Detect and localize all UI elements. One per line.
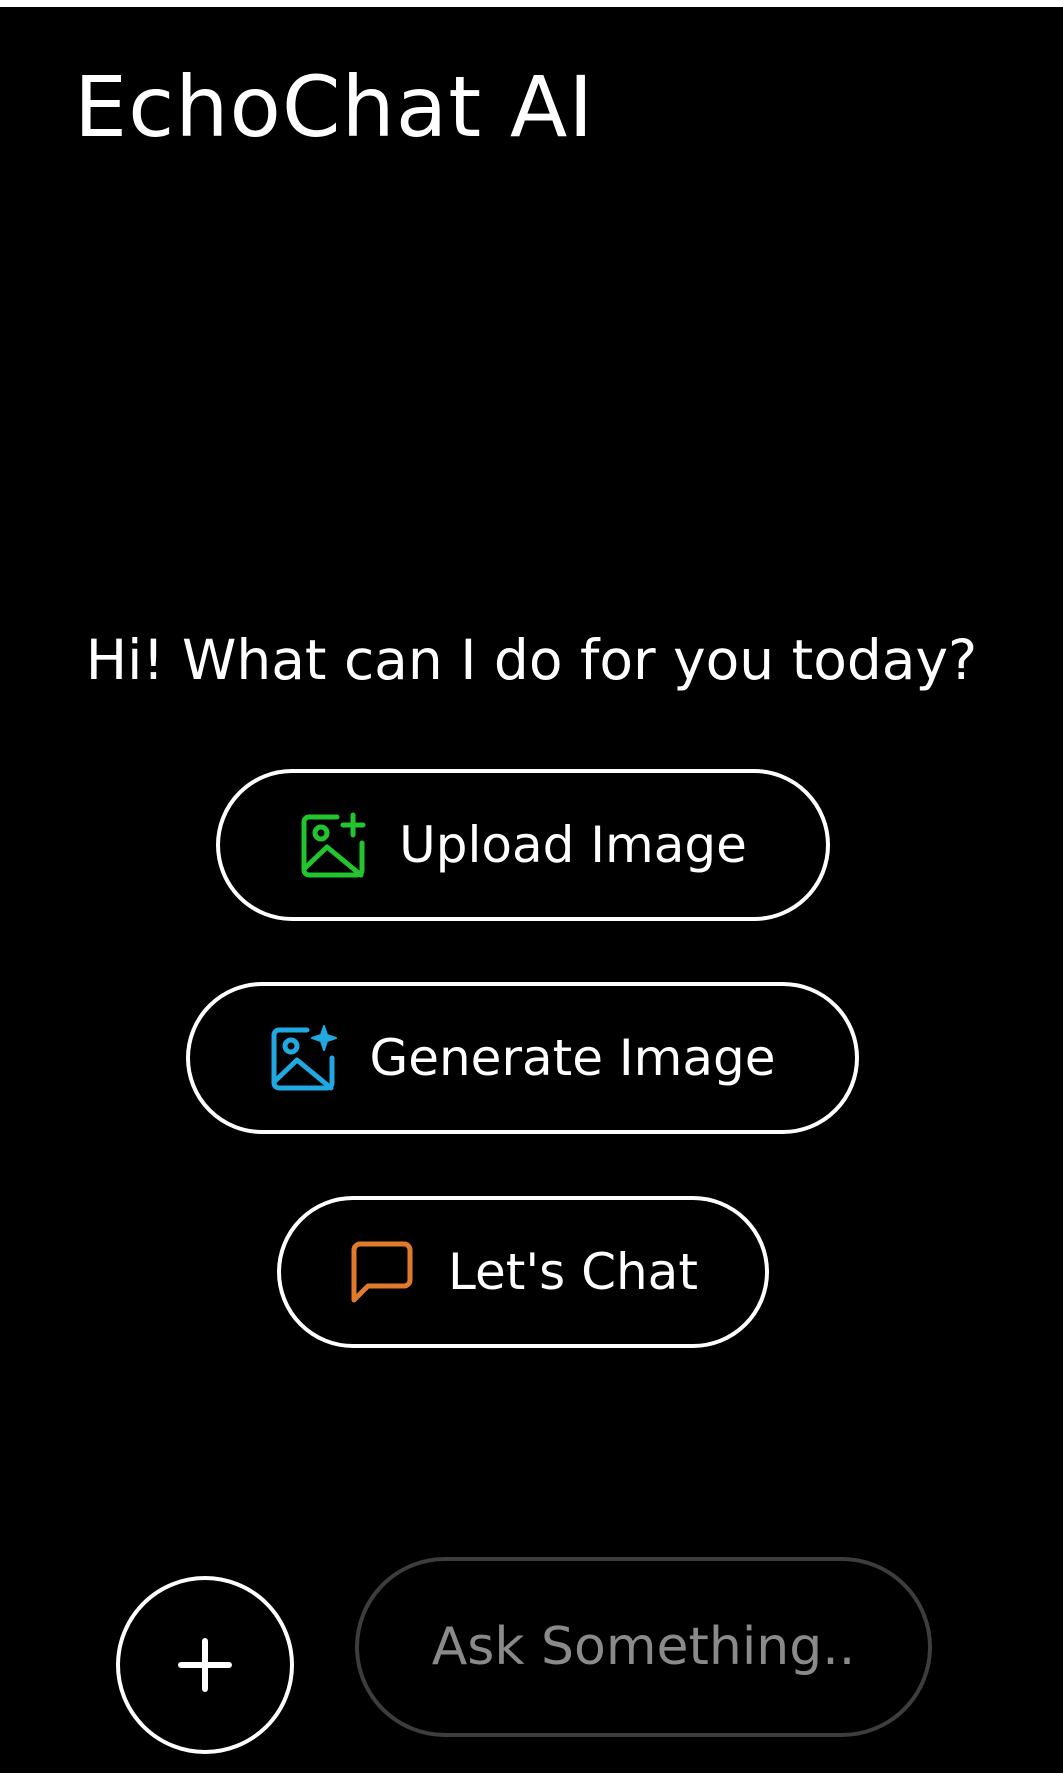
upload-image-label: Upload Image xyxy=(399,816,747,874)
image-sparkle-icon xyxy=(269,1024,338,1092)
app-screen: EchoChat AI Hi! What can I do for you to… xyxy=(0,7,1063,1773)
add-attachment-button[interactable] xyxy=(116,1576,294,1754)
lets-chat-button[interactable]: Let's Chat xyxy=(277,1196,769,1348)
upload-image-button[interactable]: Upload Image xyxy=(216,769,830,921)
app-title: EchoChat AI xyxy=(74,58,595,156)
greeting-text: Hi! What can I do for you today? xyxy=(85,628,978,692)
generate-image-label: Generate Image xyxy=(369,1029,776,1087)
generate-image-button[interactable]: Generate Image xyxy=(186,982,859,1134)
lets-chat-label: Let's Chat xyxy=(448,1243,698,1301)
chat-bubble-icon xyxy=(348,1238,416,1306)
ask-input[interactable] xyxy=(355,1557,932,1737)
image-plus-icon xyxy=(299,811,367,879)
plus-icon xyxy=(175,1635,235,1695)
